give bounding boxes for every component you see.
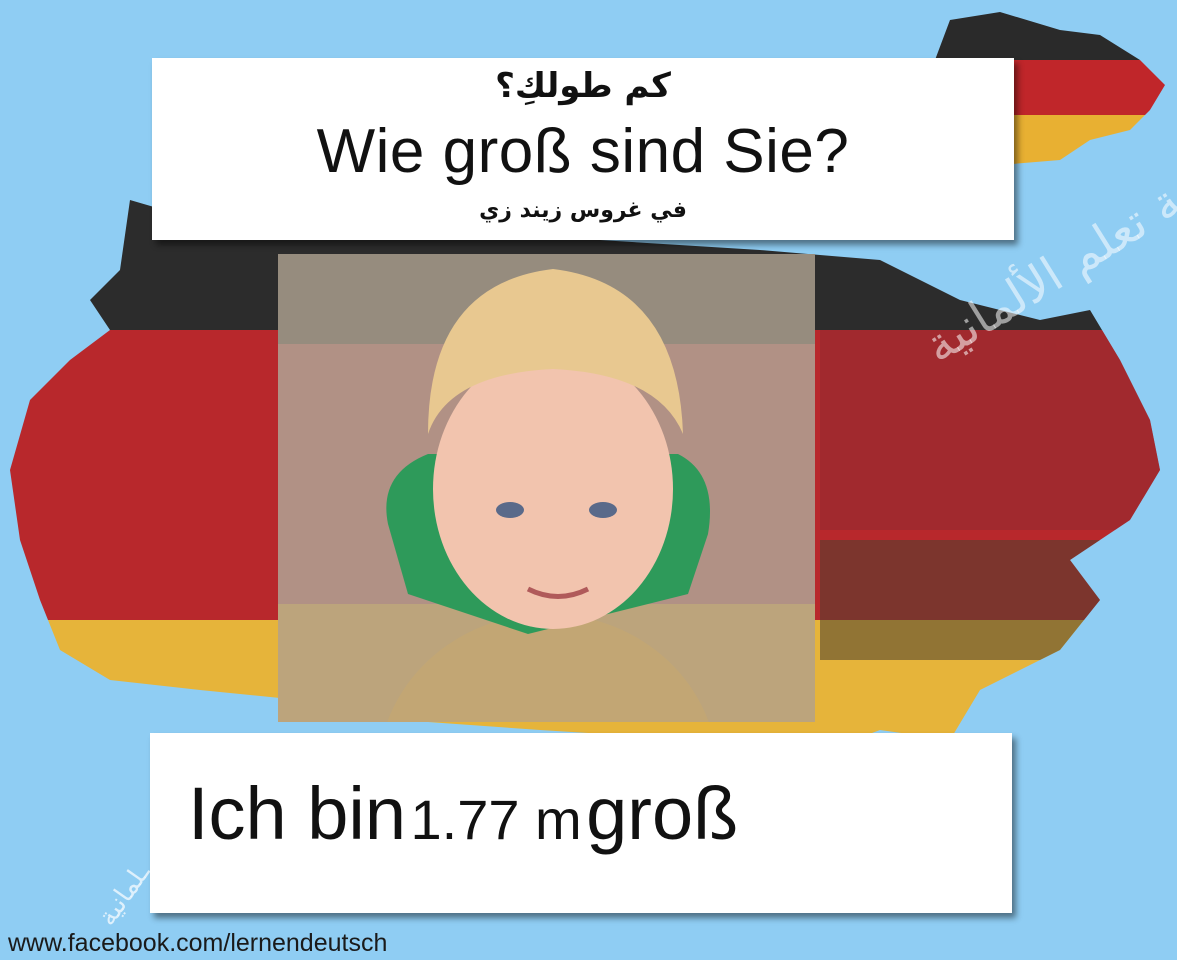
answer-card: Ich bin 1.77 m groß xyxy=(150,733,1012,913)
question-arabic: كم طولكِ؟ xyxy=(495,66,671,106)
answer-part1: Ich bin xyxy=(188,772,407,855)
question-pronunciation: في غروس زيند زي xyxy=(479,198,687,223)
facebook-url[interactable]: www.facebook.com/lernendeutsch xyxy=(8,929,387,958)
child-photo xyxy=(278,254,815,722)
question-german: Wie groß sind Sie? xyxy=(316,117,850,186)
answer-sentence: Ich bin 1.77 m groß xyxy=(188,771,738,856)
answer-part2: groß xyxy=(586,772,739,855)
answer-value: 1.77 m xyxy=(410,788,582,851)
question-card: كم طولكِ؟ Wie groß sind Sie? في غروس زين… xyxy=(152,58,1014,240)
